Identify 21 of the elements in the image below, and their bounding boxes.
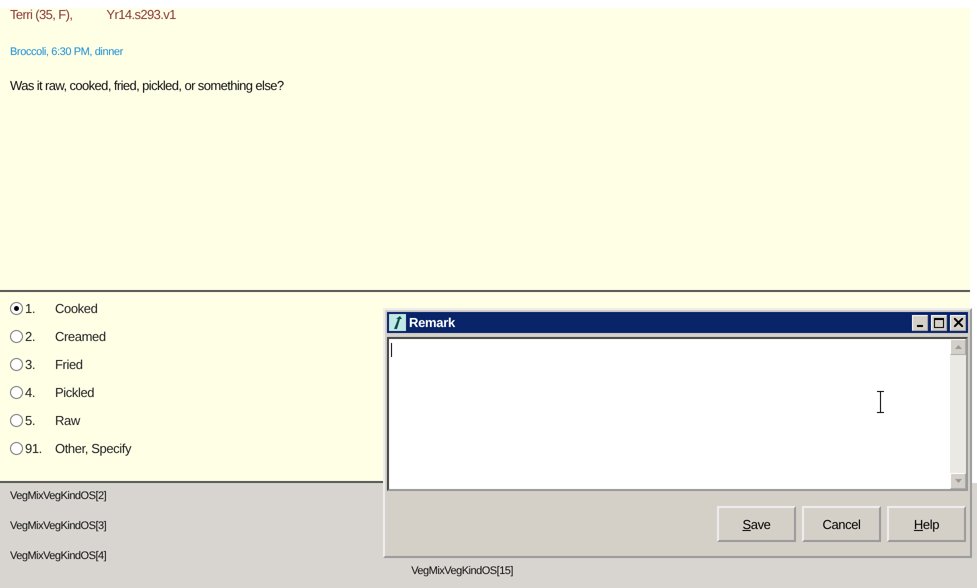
answer-label: Pickled — [55, 384, 94, 400]
field-name: VegMixVegKindOS[4] — [10, 549, 106, 564]
answer-label: Other, Specify — [55, 440, 132, 456]
window-title: Remark — [409, 315, 455, 330]
field-name: VegMixVegKindOS[3] — [10, 519, 106, 534]
question-text: Was it raw, cooked, fried, pickled, or something else? — [10, 78, 284, 93]
answer-label: Creamed — [55, 328, 106, 344]
answer-label: Raw — [55, 412, 80, 428]
answer-code: 91. — [25, 440, 43, 456]
food-context: Broccoli, 6:30 PM, dinner — [10, 46, 123, 58]
answer-code: 3. — [25, 356, 36, 372]
answer-code: 5. — [25, 412, 36, 428]
answer-label: Fried — [55, 356, 83, 372]
answer-code: 1. — [25, 300, 36, 316]
instrument-version: Yr14.s293.v1 — [106, 7, 176, 22]
field-name: VegMixVegKindOS[2] — [10, 489, 106, 504]
field-name: VegMixVegKindOS[15] — [411, 564, 513, 579]
answer-label: Cooked — [55, 300, 98, 316]
respondent-label: Terri (35, F), — [10, 7, 72, 22]
answer-code: 2. — [25, 328, 36, 344]
answer-code: 4. — [25, 384, 36, 400]
